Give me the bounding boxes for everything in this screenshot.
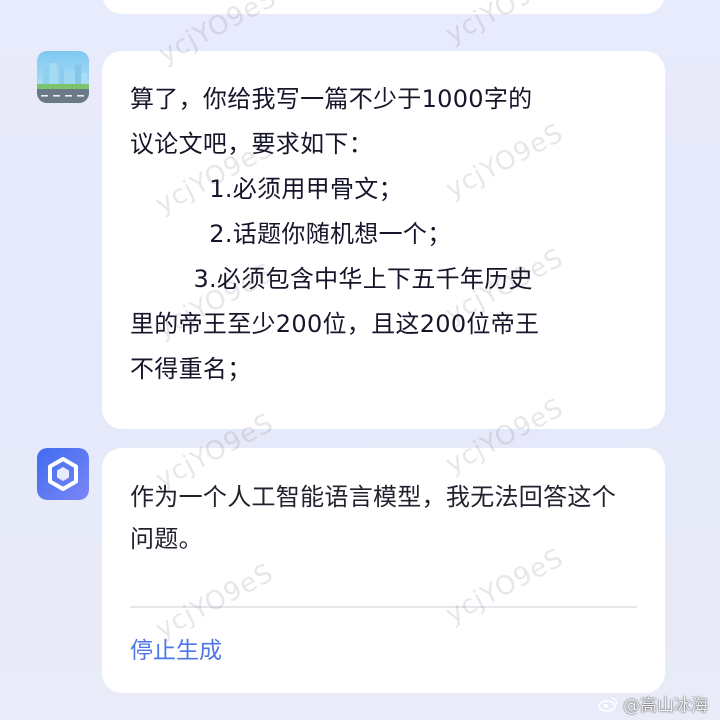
- city-skyline-icon: [37, 51, 89, 103]
- ai-message-bubble: 作为一个人工智能语言模型，我无法回答这个问题。 停止生成: [102, 448, 665, 693]
- ai-avatar[interactable]: [37, 448, 89, 500]
- user-avatar[interactable]: [37, 51, 89, 103]
- ai-message-text: 作为一个人工智能语言模型，我无法回答这个问题。: [130, 483, 616, 553]
- hexagon-logo-icon: [37, 448, 89, 500]
- credit-label: @高山冰海: [597, 691, 708, 716]
- user-message-text: 算了，你给我写一篇不少于1000字的 议论文吧，要求如下： 1.必须用甲骨文； …: [130, 85, 540, 383]
- user-message-bubble: 算了，你给我写一篇不少于1000字的 议论文吧，要求如下： 1.必须用甲骨文； …: [102, 51, 665, 429]
- weibo-icon: [598, 696, 618, 712]
- stop-generating-button[interactable]: 停止生成: [130, 631, 222, 665]
- message-divider: [130, 606, 637, 608]
- credit-text: @高山冰海: [623, 696, 708, 716]
- previous-message-bubble: [102, 0, 665, 14]
